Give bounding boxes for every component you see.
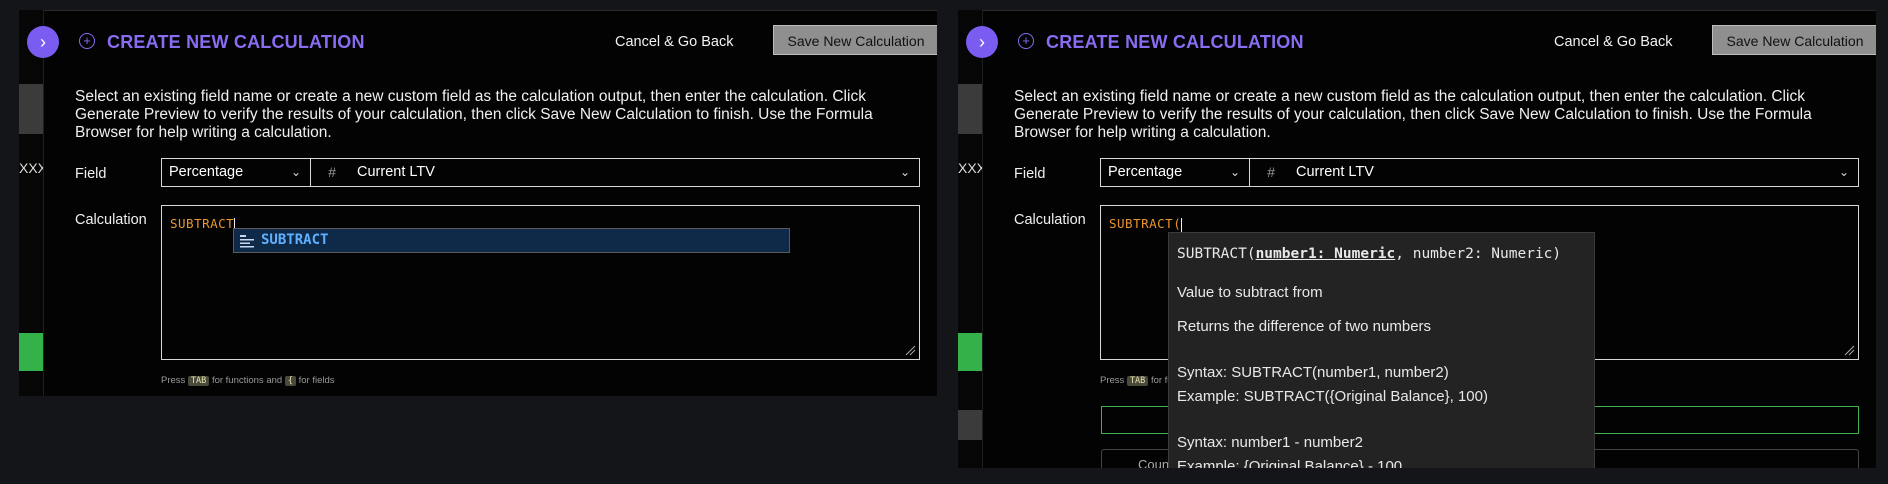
calculation-label: Calculation xyxy=(75,212,147,228)
calculation-label: Calculation xyxy=(1014,212,1086,228)
syntax-line: Syntax: number1 - number2 xyxy=(1177,434,1363,451)
function-icon xyxy=(240,235,254,248)
caret-down-icon: ⌄ xyxy=(1838,165,1849,179)
background-text: XXX xyxy=(958,160,982,176)
field-name-select[interactable]: # Current LTV ⌄ xyxy=(1250,158,1859,187)
background-strip: XXX xyxy=(19,10,43,396)
background-text: XXX xyxy=(19,160,43,176)
field-name-select[interactable]: # Current LTV ⌄ xyxy=(311,158,920,187)
suggestion-label: SUBTRACT xyxy=(261,232,329,248)
modal-title: CREATE NEW CALCULATION xyxy=(1046,32,1304,52)
field-type-select[interactable]: Percentage ⌄ xyxy=(1100,158,1250,187)
caret-down-icon: ⌄ xyxy=(899,165,910,179)
background-row xyxy=(958,410,982,440)
field-label: Field xyxy=(75,166,107,182)
tab-key: TAB xyxy=(1126,376,1149,386)
cancel-button[interactable]: Cancel & Go Back xyxy=(615,34,733,50)
save-button[interactable]: Save New Calculation xyxy=(1712,25,1876,55)
hash-icon: # xyxy=(328,164,336,180)
hash-icon: # xyxy=(1267,164,1275,180)
background-green-row xyxy=(958,333,982,371)
cancel-button[interactable]: Cancel & Go Back xyxy=(1554,34,1672,50)
create-calculation-panel-1: XXX + CREATE NEW CALCULATION Cancel & Go… xyxy=(19,10,937,396)
plus-circle-icon: + xyxy=(79,33,95,49)
function-signature: SUBTRACT(number1: Numeric, number2: Nume… xyxy=(1177,246,1562,262)
create-calculation-panel-2: XXX + CREATE NEW CALCULATION Cancel & Go… xyxy=(958,10,1876,468)
resize-handle-icon[interactable] xyxy=(904,344,916,356)
modal: + CREATE NEW CALCULATION Cancel & Go Bac… xyxy=(43,10,937,396)
example-line: Example: {Original Balance} - 100 xyxy=(1177,458,1403,468)
field-name-value: Current LTV xyxy=(357,164,435,180)
autocomplete-suggestion[interactable]: SUBTRACT xyxy=(233,228,790,253)
instructions: Select an existing field name or create … xyxy=(75,88,873,141)
instructions: Select an existing field name or create … xyxy=(1014,88,1812,141)
background-row xyxy=(958,84,982,134)
function-returns: Returns the difference of two numbers xyxy=(1177,318,1432,335)
syntax-line: Syntax: SUBTRACT(number1, number2) xyxy=(1177,364,1449,381)
example-line: Example: SUBTRACT({Original Balance}, 10… xyxy=(1177,388,1488,405)
calculation-code: SUBTRACT xyxy=(170,216,236,232)
chevron-right-icon[interactable]: › xyxy=(27,26,59,58)
field-type-select[interactable]: Percentage ⌄ xyxy=(161,158,311,187)
caret-down-icon: ⌄ xyxy=(1229,165,1240,179)
chevron-right-icon[interactable]: › xyxy=(966,26,998,58)
plus-circle-icon: + xyxy=(1018,33,1034,49)
field-type-value: Percentage xyxy=(169,164,244,180)
field-name-value: Current LTV xyxy=(1296,164,1374,180)
resize-handle-icon[interactable] xyxy=(1843,344,1855,356)
function-signature-tooltip: SUBTRACT(number1: Numeric, number2: Nume… xyxy=(1168,232,1595,468)
calculation-code: SUBTRACT( xyxy=(1109,216,1183,232)
field-label: Field xyxy=(1014,166,1046,182)
background-green-row xyxy=(19,333,43,371)
brace-key: { xyxy=(284,376,296,386)
field-type-value: Percentage xyxy=(1108,164,1183,180)
editor-hint: Press TAB for functions and { for fields xyxy=(161,375,335,386)
background-strip: XXX xyxy=(958,10,982,468)
tab-key: TAB xyxy=(187,376,210,386)
save-button[interactable]: Save New Calculation xyxy=(773,25,937,55)
modal: + CREATE NEW CALCULATION Cancel & Go Bac… xyxy=(982,10,1876,468)
caret-down-icon: ⌄ xyxy=(290,165,301,179)
modal-title: CREATE NEW CALCULATION xyxy=(107,32,365,52)
background-row xyxy=(19,84,43,134)
param-description: Value to subtract from xyxy=(1177,284,1323,301)
